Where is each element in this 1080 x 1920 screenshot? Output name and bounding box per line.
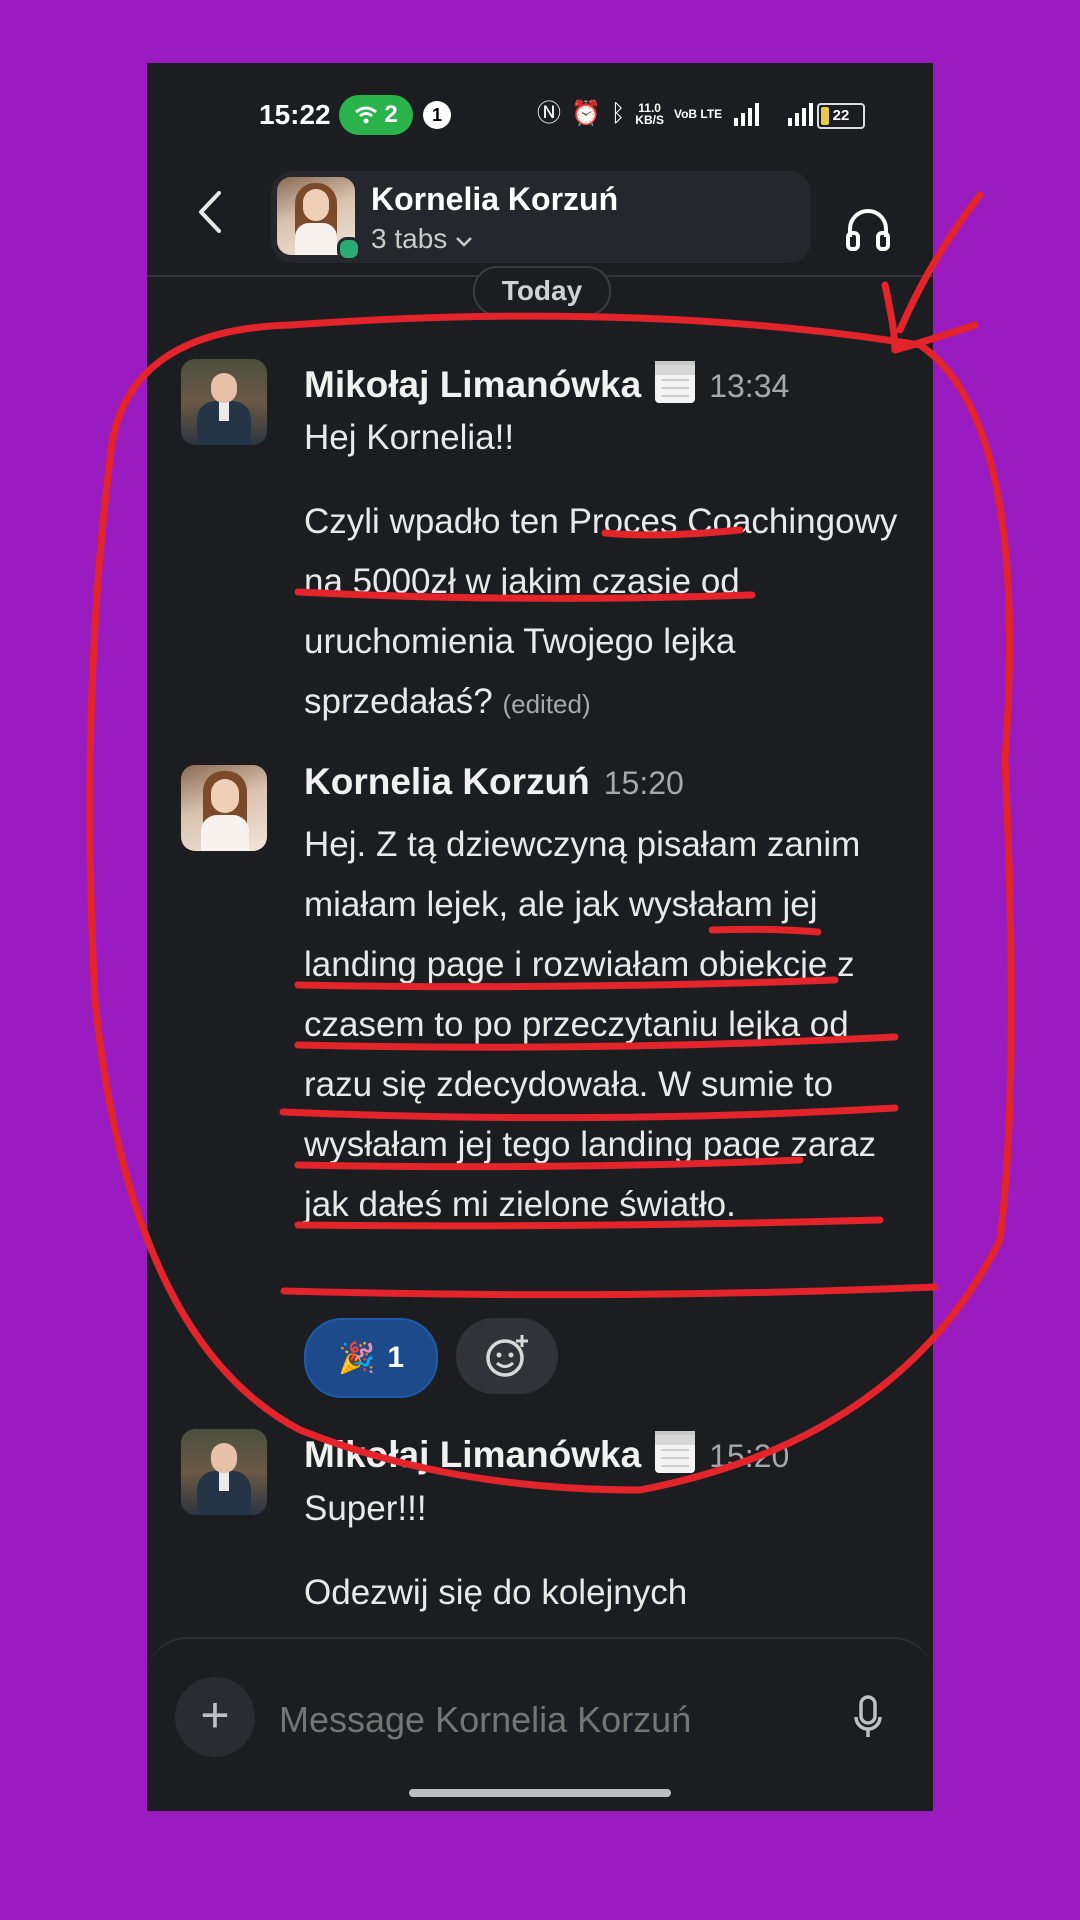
presence-dot-icon bbox=[337, 237, 361, 261]
add-reaction-button[interactable] bbox=[456, 1318, 558, 1394]
message-composer: + bbox=[147, 1637, 933, 1811]
system-icons: Ⓝ ⏰ ᛒ 11.0 KB/S VoB LTE bbox=[537, 99, 818, 129]
plus-button[interactable]: + bbox=[175, 1677, 255, 1757]
edited-label: (edited) bbox=[502, 689, 591, 719]
message-paragraph-2: Odezwij się do kolejnych bbox=[304, 1573, 688, 1612]
battery-icon: 22 bbox=[817, 103, 865, 129]
tabs-dropdown[interactable]: 3 tabs bbox=[371, 223, 473, 255]
net-speed: 11.0 KB/S bbox=[635, 101, 664, 127]
calendar-status-icon bbox=[655, 1431, 696, 1473]
message-meta: Mikołaj Limanówka 13:34 bbox=[304, 355, 789, 406]
message-time: 13:34 bbox=[709, 368, 790, 404]
message-meta: Kornelia Korzuń 15:20 bbox=[304, 761, 684, 803]
nfc-icon: Ⓝ bbox=[537, 100, 561, 127]
home-indicator[interactable] bbox=[409, 1789, 671, 1797]
contact-name: Kornelia Korzuń bbox=[371, 181, 619, 217]
message-body: Hej. Z tą dziewczyną pisałam zanim miała… bbox=[304, 815, 904, 1235]
message-paragraph: Hej. Z tą dziewczyną pisałam zanim miała… bbox=[304, 825, 876, 1224]
alarm-icon: ⏰ bbox=[571, 100, 601, 127]
chevron-down-icon bbox=[456, 237, 472, 247]
wifi-icon bbox=[355, 106, 378, 124]
hotspot-indicator: 2 bbox=[339, 95, 413, 135]
reaction-count: 1 bbox=[387, 1341, 405, 1374]
message-paragraph-2: Czyli wpadło ten Proces Coachingowy na 5… bbox=[304, 502, 898, 721]
notification-badge: 1 bbox=[423, 101, 451, 129]
headphones-icon[interactable] bbox=[845, 207, 891, 251]
party-popper-icon: 🎉 bbox=[337, 1341, 376, 1375]
message-body: Hej Kornelia!! Czyli wpadło ten Proces C… bbox=[304, 408, 904, 734]
message-paragraph: Hej Kornelia!! bbox=[304, 418, 515, 457]
microphone-icon[interactable] bbox=[853, 1695, 883, 1741]
reaction-bar: 🎉 1 bbox=[304, 1318, 558, 1398]
status-time: 15:22 bbox=[259, 99, 331, 130]
message-author[interactable]: Mikołaj Limanówka bbox=[304, 364, 641, 406]
bluetooth-icon: ᛒ bbox=[610, 100, 626, 127]
contact-chip[interactable]: Kornelia Korzuń 3 tabs bbox=[271, 171, 811, 263]
date-divider: Today bbox=[473, 266, 611, 316]
status-bar: 15:22 2 1 Ⓝ ⏰ ᛒ 11.0 KB/S VoB LTE 22 bbox=[147, 63, 933, 171]
message-author[interactable]: Kornelia Korzuń bbox=[304, 761, 590, 803]
message-time: 15:20 bbox=[709, 1438, 790, 1474]
message-paragraph: Super!!! bbox=[304, 1489, 427, 1528]
message-input[interactable] bbox=[277, 1679, 801, 1761]
avatar[interactable] bbox=[181, 359, 267, 445]
add-emoji-icon bbox=[486, 1335, 528, 1377]
hotspot-count: 2 bbox=[384, 101, 398, 128]
calendar-status-icon bbox=[655, 361, 696, 403]
message-time: 15:20 bbox=[603, 765, 684, 801]
avatar[interactable] bbox=[181, 1429, 267, 1515]
reaction-pill[interactable]: 🎉 1 bbox=[304, 1318, 438, 1398]
back-arrow-icon[interactable] bbox=[191, 187, 231, 237]
battery-level: 22 bbox=[832, 107, 850, 124]
slack-dm-screen: 15:22 2 1 Ⓝ ⏰ ᛒ 11.0 KB/S VoB LTE 22 Korn bbox=[147, 63, 933, 1811]
conversation-header: Kornelia Korzuń 3 tabs bbox=[147, 157, 933, 277]
signal-2-icon bbox=[788, 103, 814, 126]
message-author[interactable]: Mikołaj Limanówka bbox=[304, 1434, 641, 1476]
volte-indicator: VoB LTE bbox=[673, 107, 723, 121]
message-body: Super!!! Odezwij się do kolejnych bbox=[304, 1479, 904, 1623]
message-meta: Mikołaj Limanówka 15:20 bbox=[304, 1425, 789, 1476]
signal-icon bbox=[734, 103, 760, 126]
avatar[interactable] bbox=[181, 765, 267, 851]
tabs-label: 3 tabs bbox=[371, 223, 448, 254]
